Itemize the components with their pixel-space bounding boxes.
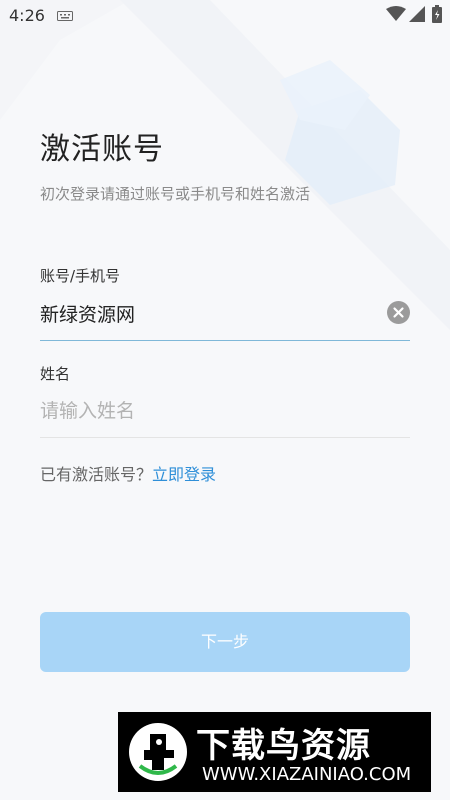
- keyboard-icon: [57, 11, 73, 21]
- status-bar: 4:26: [0, 0, 450, 32]
- next-step-button[interactable]: 下一步: [40, 612, 410, 672]
- page-subtitle: 初次登录请通过账号或手机号和姓名激活: [40, 185, 311, 203]
- status-time: 4:26: [9, 6, 45, 25]
- watermark-url: WWW.XIAZAINIAO.COM: [202, 764, 412, 785]
- account-underline: [40, 340, 410, 341]
- account-input[interactable]: [40, 298, 410, 328]
- login-prompt-row: 已有激活账号？立即登录: [40, 461, 216, 485]
- name-underline: [40, 437, 410, 438]
- clear-input-button[interactable]: [387, 301, 410, 324]
- login-prompt-text: 已有激活账号？: [40, 465, 153, 484]
- clear-icon: [393, 307, 404, 318]
- name-input[interactable]: [40, 396, 410, 426]
- login-now-link[interactable]: 立即登录: [152, 465, 216, 484]
- name-label: 姓名: [40, 365, 71, 383]
- watermark-banner: 下载鸟资源 WWW.XIAZAINIAO.COM: [118, 712, 431, 792]
- signal-icon: [409, 6, 425, 22]
- page-title: 激活账号: [40, 132, 164, 167]
- bird-logo-icon: [129, 723, 187, 781]
- account-label: 账号/手机号: [40, 267, 121, 285]
- wifi-icon: [386, 6, 406, 21]
- watermark-title: 下载鸟资源: [196, 726, 371, 766]
- battery-icon: [432, 5, 442, 23]
